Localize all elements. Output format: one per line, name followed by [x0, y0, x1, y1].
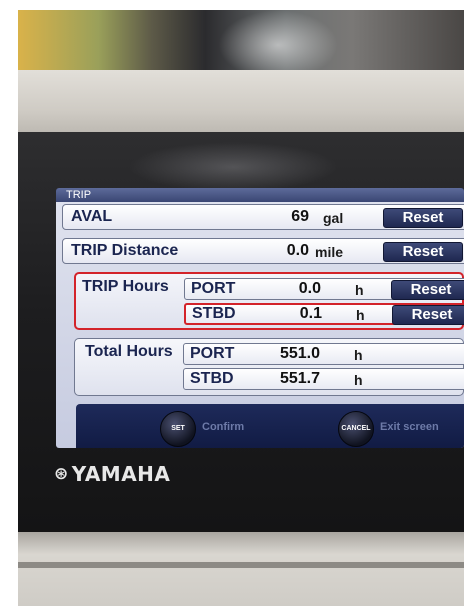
total-hours-stbd-value: 551.7: [279, 370, 320, 387]
logo-text: YAMAHA: [71, 462, 171, 486]
trip-hours-port-reset-button[interactable]: Reset: [391, 280, 464, 300]
trip-hours-stbd-value: 0.1: [299, 305, 322, 322]
yamaha-logo: ⊛ YAMAHA: [54, 462, 170, 486]
trip-distance-label: TRIP Distance: [71, 242, 179, 259]
aval-unit: gal: [323, 210, 344, 226]
aval-row: AVAL 69 gal Reset: [62, 204, 464, 230]
trip-hours-stbd-reset-button[interactable]: Reset: [392, 305, 464, 325]
total-hours-stbd-label: STBD: [190, 370, 234, 387]
trip-hours-port-row: PORT 0.0 h Reset: [184, 278, 464, 300]
aval-value: 69: [291, 208, 309, 225]
total-hours-stbd-row: STBD 551.7 h: [183, 368, 464, 390]
trip-hours-stbd-unit: h: [356, 307, 365, 323]
housing-ridge: [18, 562, 464, 568]
trip-distance-row: TRIP Distance 0.0 mile Reset: [62, 238, 464, 264]
trip-hours-stbd-label: STBD: [192, 305, 236, 322]
cancel-button-label: Exit screen: [380, 421, 439, 433]
total-hours-port-label: PORT: [190, 345, 235, 362]
total-hours-label: Total Hours: [85, 343, 173, 360]
trip-distance-unit: mile: [315, 244, 344, 260]
total-hours-group: Total Hours PORT 551.0 h STBD 551.7 h: [74, 338, 464, 396]
bezel-reflection: [128, 142, 338, 192]
aval-reset-button[interactable]: Reset: [383, 208, 463, 228]
photo: ⊛ YAMAHA TRIP AVAL 69 gal Reset TRIP Dis…: [18, 10, 464, 606]
cancel-button[interactable]: CANCEL: [338, 411, 374, 447]
trip-distance-value: 0.0: [286, 242, 309, 259]
trip-hours-port-label: PORT: [191, 280, 236, 297]
screen-body: AVAL 69 gal Reset TRIP Distance 0.0 mile…: [56, 202, 464, 448]
total-hours-stbd-unit: h: [354, 372, 363, 388]
total-hours-port-unit: h: [354, 347, 363, 363]
gauge-housing-bottom: [18, 532, 464, 606]
set-button[interactable]: SET: [160, 411, 196, 447]
trip-hours-label: TRIP Hours: [82, 278, 169, 295]
gauge-housing-top: [18, 70, 464, 138]
aval-label: AVAL: [71, 208, 113, 225]
trip-hours-port-value: 0.0: [298, 280, 321, 297]
trip-hours-stbd-row[interactable]: STBD 0.1 h Reset: [184, 303, 464, 325]
trip-hours-port-unit: h: [355, 282, 364, 298]
total-hours-port-value: 551.0: [279, 345, 320, 362]
trip-hours-group: TRIP Hours PORT 0.0 h Reset STBD 0.1 h R…: [74, 272, 464, 330]
set-button-label: Confirm: [202, 421, 245, 433]
screen-title: TRIP: [56, 188, 464, 202]
gauge-screen: TRIP AVAL 69 gal Reset TRIP Distance 0.0…: [56, 188, 464, 448]
trip-distance-reset-button[interactable]: Reset: [383, 242, 463, 262]
screen-footer: SET Confirm CANCEL Exit screen: [76, 404, 464, 448]
total-hours-port-row: PORT 551.0 h: [183, 343, 464, 365]
tuning-fork-icon: ⊛: [54, 464, 69, 484]
